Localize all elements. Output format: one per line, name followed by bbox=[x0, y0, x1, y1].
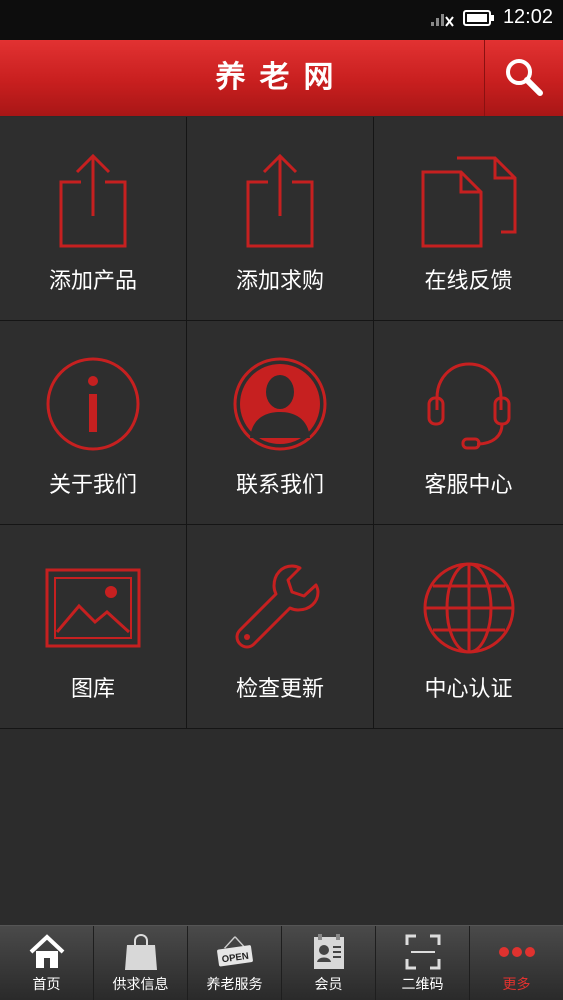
tab-more[interactable]: 更多 bbox=[470, 926, 563, 1000]
headset-icon bbox=[414, 349, 524, 459]
person-icon bbox=[225, 349, 335, 459]
grid-item-label: 检查更新 bbox=[235, 677, 324, 702]
globe-icon bbox=[414, 553, 524, 663]
grid-item-label: 中心认证 bbox=[424, 677, 513, 702]
grid-item-about-us[interactable]: 关于我们 bbox=[0, 321, 187, 525]
tab-home[interactable]: 首页 bbox=[0, 926, 94, 1000]
tab-member[interactable]: 会员 bbox=[282, 926, 376, 1000]
more-dots-icon bbox=[497, 932, 537, 972]
grid-item-label: 添加求购 bbox=[235, 269, 324, 294]
image-gallery-icon bbox=[38, 553, 148, 663]
page-title: 养老网 bbox=[215, 60, 348, 95]
clock: 12:02 bbox=[502, 6, 553, 28]
grid-item-add-request[interactable]: 添加求购 bbox=[187, 117, 374, 321]
open-sign-icon: OPEN bbox=[215, 932, 255, 972]
shopping-bag-icon bbox=[121, 932, 161, 972]
grid-item-add-product[interactable]: 添加产品 bbox=[0, 117, 187, 321]
info-icon bbox=[38, 349, 148, 459]
tab-label: 首页 bbox=[32, 977, 61, 993]
share-upload-icon bbox=[38, 145, 148, 255]
app-header: 养老网 bbox=[0, 40, 563, 116]
search-icon bbox=[506, 59, 543, 96]
signal-icon bbox=[430, 13, 454, 27]
documents-icon bbox=[414, 145, 524, 255]
grid-item-label: 图库 bbox=[70, 677, 115, 702]
qr-scan-icon bbox=[403, 932, 443, 972]
status-icons: 12:02 bbox=[429, 6, 553, 29]
tab-qr-code[interactable]: 二维码 bbox=[376, 926, 470, 1000]
search-button[interactable] bbox=[484, 40, 563, 116]
tab-supply-demand[interactable]: 供求信息 bbox=[94, 926, 188, 1000]
grid-item-certification[interactable]: 中心认证 bbox=[374, 525, 563, 729]
tab-label: 供求信息 bbox=[112, 977, 169, 993]
member-card-icon bbox=[309, 932, 349, 972]
grid-item-feedback[interactable]: 在线反馈 bbox=[374, 117, 563, 321]
bottom-tab-bar: 首页 供求信息 OPEN 养老服务 会员 二维码 更多 bbox=[0, 925, 563, 1000]
wrench-icon bbox=[225, 553, 335, 663]
home-icon bbox=[27, 932, 67, 972]
tab-label: 养老服务 bbox=[206, 977, 263, 993]
grid-item-service-center[interactable]: 客服中心 bbox=[374, 321, 563, 525]
tab-label: 二维码 bbox=[401, 977, 444, 993]
grid-item-gallery[interactable]: 图库 bbox=[0, 525, 187, 729]
tab-label: 更多 bbox=[502, 977, 531, 993]
grid-item-check-update[interactable]: 检查更新 bbox=[187, 525, 374, 729]
grid-item-label: 联系我们 bbox=[235, 473, 324, 498]
battery-icon bbox=[462, 9, 494, 26]
grid-item-label: 添加产品 bbox=[48, 269, 137, 294]
menu-grid: 添加产品 添加求购 在线反馈 关于我们 联系我们 客服中心 图库 检查更新 中心… bbox=[0, 117, 563, 729]
share-upload-icon bbox=[225, 145, 335, 255]
status-bar: 12:02 bbox=[0, 0, 563, 40]
grid-item-contact-us[interactable]: 联系我们 bbox=[187, 321, 374, 525]
grid-item-label: 关于我们 bbox=[48, 473, 137, 498]
tab-elderly-service[interactable]: OPEN 养老服务 bbox=[188, 926, 282, 1000]
grid-item-label: 在线反馈 bbox=[424, 269, 513, 294]
grid-item-label: 客服中心 bbox=[424, 473, 513, 498]
tab-label: 会员 bbox=[314, 977, 343, 993]
